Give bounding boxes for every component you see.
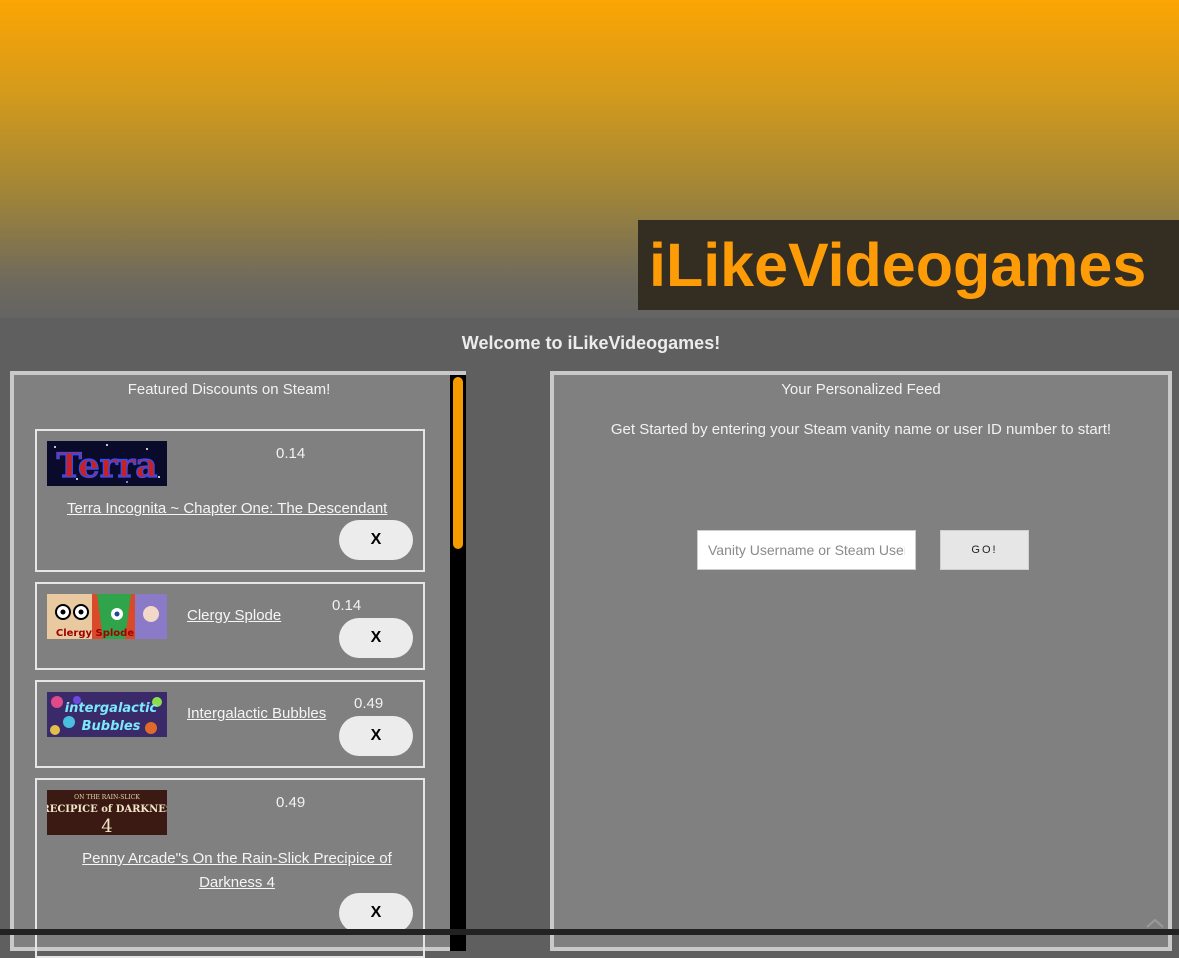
featured-discounts-panel: Featured Discounts on Steam! Terra 0.14 … [10, 371, 466, 958]
game-link[interactable]: Clergy Splode [187, 607, 281, 624]
vanity-username-input[interactable] [697, 530, 916, 570]
game-thumbnail: intergalactic Bubbles [47, 692, 167, 737]
feed-instructions: Get Started by entering your Steam vanit… [610, 421, 1112, 438]
site-logo-text: iLikeVideogames [649, 231, 1147, 299]
game-price: 0.49 [354, 695, 384, 712]
remove-button[interactable]: X [339, 618, 413, 658]
svg-text:Bubbles: Bubbles [82, 719, 141, 734]
remove-button[interactable]: X [339, 893, 413, 933]
game-price: 0.49 [276, 794, 306, 811]
welcome-heading: Welcome to iLikeVideogames! [461, 333, 721, 353]
svg-text:4: 4 [101, 816, 112, 835]
thumbnail-text: Clergy Splode [56, 628, 134, 639]
svg-text:intergalactic: intergalactic [65, 701, 158, 716]
personalized-feed-panel: Your Personalized Feed Get Started by en… [550, 371, 1172, 951]
remove-button[interactable]: X [339, 520, 413, 560]
game-link[interactable]: Intergalactic Bubbles [187, 705, 326, 722]
thumbnail-text: Terra [57, 446, 158, 486]
game-price: 0.14 [332, 597, 362, 614]
discount-card: Clergy Splode Clergy Splode 0.14 X [35, 582, 425, 670]
featured-discounts-title: Featured Discounts on Steam! [127, 381, 331, 398]
game-price: 0.14 [276, 445, 306, 462]
scrollbar[interactable] [450, 375, 466, 951]
go-button[interactable]: GO! [940, 530, 1029, 570]
game-thumbnail: Clergy Splode [47, 594, 167, 639]
game-link[interactable]: Penny Arcade"s On the Rain-Slick Precipi… [67, 847, 407, 895]
bottom-bar [0, 929, 1179, 935]
feed-title: Your Personalized Feed [781, 381, 941, 398]
header-banner: iLikeVideogames [0, 0, 1179, 318]
scrollbar-thumb[interactable] [453, 377, 463, 549]
discount-card: intergalactic Bubbles Intergalactic Bubb… [35, 680, 425, 768]
remove-button[interactable]: X [339, 716, 413, 756]
game-thumbnail: ON THE RAIN-SLICK PRECIPICE of DARKNESS … [47, 790, 167, 835]
svg-text:PRECIPICE of DARKNESS: PRECIPICE of DARKNESS [47, 804, 167, 815]
game-link[interactable]: Terra Incognita ~ Chapter One: The Desce… [67, 500, 387, 517]
svg-text:ON THE RAIN-SLICK: ON THE RAIN-SLICK [74, 794, 140, 801]
game-thumbnail: Terra [47, 441, 167, 486]
site-logo[interactable]: iLikeVideogames [638, 220, 1179, 310]
discount-card: Terra 0.14 Terra Incognita ~ Chapter One… [35, 429, 425, 572]
scroll-to-top-icon[interactable] [1146, 918, 1164, 928]
